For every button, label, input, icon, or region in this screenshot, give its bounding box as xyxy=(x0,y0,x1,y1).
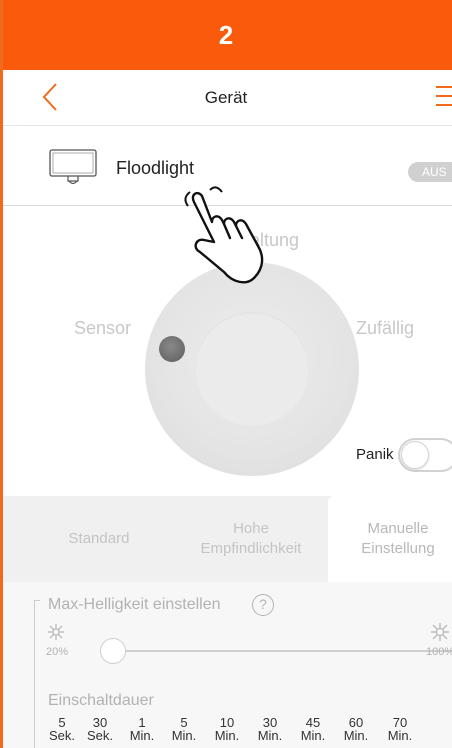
duration-option-unit: Min. xyxy=(171,728,197,743)
duration-option-unit: Sek. xyxy=(48,728,75,743)
duration-option-unit: Min. xyxy=(257,728,283,743)
mode-label-sensor[interactable]: Sensor xyxy=(74,318,131,339)
back-button[interactable] xyxy=(40,82,68,112)
help-icon[interactable]: ? xyxy=(252,594,274,616)
duration-option-unit: Min. xyxy=(387,728,413,743)
app-screen: 2 Gerät Floodlight AUS altung Sensor Zuf… xyxy=(0,0,452,748)
sun-bright-icon xyxy=(431,623,449,641)
duration-option[interactable]: 5 Min. xyxy=(164,716,204,742)
tab-manual-setting[interactable]: Manuelle Einstellung xyxy=(328,496,452,582)
panic-label: Panik xyxy=(356,446,394,463)
tab-standard[interactable]: Standard xyxy=(24,496,174,582)
step-number: 2 xyxy=(218,19,234,50)
duration-option[interactable]: 70 Min. xyxy=(380,716,420,742)
duration-option[interactable]: 30 Min. xyxy=(250,716,290,742)
duration-option[interactable]: 45 Min. xyxy=(293,716,333,742)
duration-title: Einschaltdauer xyxy=(48,692,154,709)
panic-toggle[interactable] xyxy=(398,438,452,472)
navigation-bar: Gerät xyxy=(0,70,452,126)
duration-option-unit: Sek. xyxy=(86,728,113,743)
duration-option[interactable]: 10 Min. xyxy=(207,716,247,742)
left-accent-border xyxy=(0,0,3,748)
sun-dim-icon xyxy=(48,624,64,640)
chevron-left-icon xyxy=(42,83,57,111)
panic-toggle-knob xyxy=(401,441,429,469)
duration-option-unit: Min. xyxy=(214,728,240,743)
brightness-max-label: 100% xyxy=(426,646,452,658)
manual-settings-panel: Max-Helligkeit einstellen ? 20% 100% Ein… xyxy=(0,582,452,748)
duration-option[interactable]: 60 Min. xyxy=(336,716,376,742)
duration-option-unit: Min. xyxy=(343,728,369,743)
duration-option[interactable]: 5 Sek. xyxy=(42,716,82,742)
brightness-title: Max-Helligkeit einstellen xyxy=(48,596,221,613)
section-bracket xyxy=(34,600,40,748)
tab-high-sensitivity[interactable]: Hohe Empfindlichkeit xyxy=(176,496,326,582)
brightness-slider-track[interactable] xyxy=(100,650,452,652)
duration-option-unit: Min. xyxy=(129,728,155,743)
brightness-min-label: 20% xyxy=(46,646,69,658)
menu-button[interactable] xyxy=(436,86,452,108)
duration-option[interactable]: 1 Min. xyxy=(122,716,162,742)
step-header: 2 xyxy=(0,0,452,70)
floodlight-icon xyxy=(49,149,97,185)
page-title: Gerät xyxy=(204,87,248,107)
duration-option[interactable]: 30 Sek. xyxy=(80,716,120,742)
dial-center xyxy=(195,312,309,426)
duration-option-unit: Min. xyxy=(300,728,326,743)
mode-label-random[interactable]: Zufällig xyxy=(356,318,414,339)
dial-indicator[interactable] xyxy=(159,336,185,362)
sensitivity-tabs: Standard Hohe Empfindlichkeit Manuelle E… xyxy=(0,496,452,582)
menu-icon xyxy=(436,86,452,88)
brightness-slider-thumb[interactable] xyxy=(100,638,126,664)
tap-hand-icon xyxy=(184,186,264,284)
device-name: Floodlight xyxy=(116,158,195,178)
status-badge: AUS xyxy=(408,162,452,182)
